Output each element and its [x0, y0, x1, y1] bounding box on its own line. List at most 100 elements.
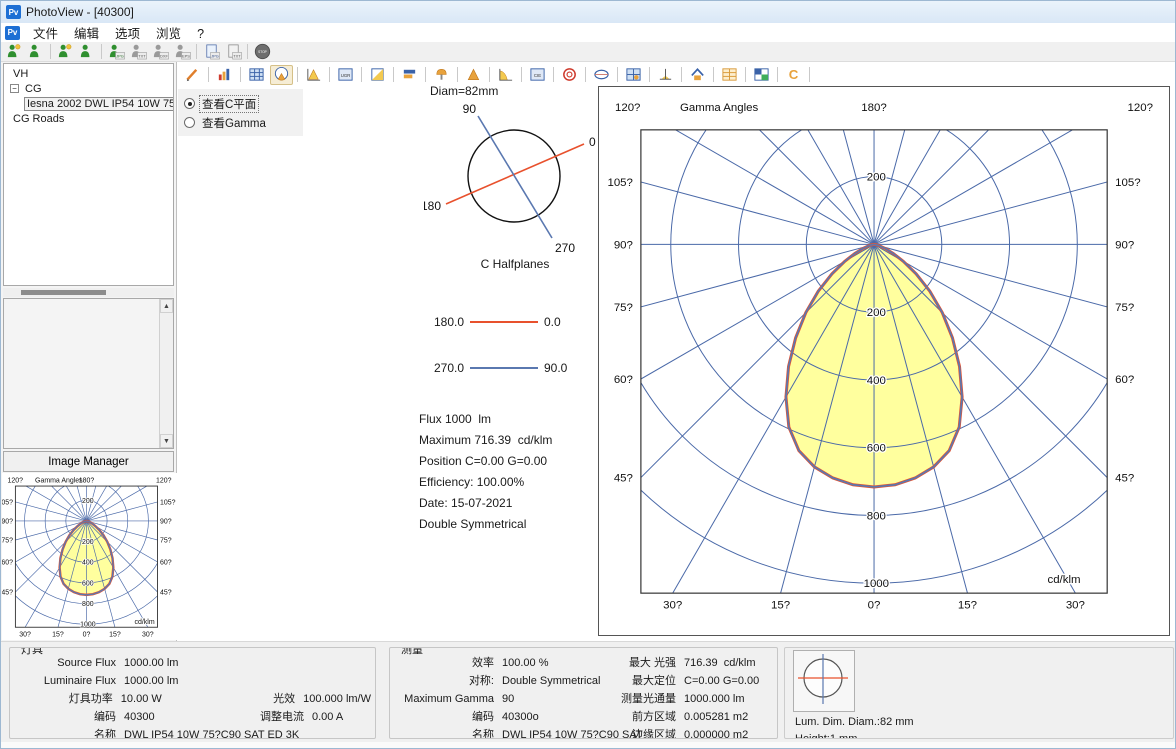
- svg-text:cd/klm: cd/klm: [1047, 574, 1080, 586]
- tree-item-2[interactable]: Iesna 2002 DWL IP54 10W 75?C90: [4, 96, 173, 111]
- curve-legend: 180.00.0270.090.0: [418, 314, 618, 406]
- field-label: Maximum Gamma: [394, 692, 502, 707]
- tilt-diagram-icon[interactable]: [654, 65, 677, 85]
- splitter-thumb[interactable]: [21, 290, 106, 295]
- grid-values-icon[interactable]: [622, 65, 645, 85]
- vertical-scrollbar[interactable]: ▲ ▼: [159, 299, 173, 448]
- menu-item-1[interactable]: 编辑: [66, 26, 107, 42]
- export-eps-icon[interactable]: EPS: [172, 43, 192, 61]
- data-row-1: 对称:Double Symmetrical最大定位C=0.00 G=0.00: [394, 674, 773, 689]
- photoview-window: Pv PhotoView - [40300] Pv 文件编辑选项浏览? JPGT…: [0, 0, 1176, 749]
- field-value: 1000.000 lm: [684, 692, 745, 707]
- stop-icon[interactable]: STOP: [252, 43, 272, 61]
- legend-row-0: 180.00.0: [418, 314, 618, 330]
- cartesian-diagram-icon[interactable]: [302, 65, 325, 85]
- view-option-0[interactable]: 查看C平面: [184, 94, 303, 113]
- toolbar-separator: [489, 67, 490, 82]
- tree-expander-icon[interactable]: −: [10, 84, 19, 93]
- menu-item-4[interactable]: ?: [189, 26, 212, 42]
- c-curves-icon[interactable]: C: [782, 65, 805, 85]
- svg-text:1000: 1000: [864, 578, 889, 590]
- matrix-table-icon[interactable]: [750, 65, 773, 85]
- info-line-2: Position C=0.00 G=0.00: [419, 451, 552, 472]
- summary-table-icon[interactable]: [718, 65, 741, 85]
- tree-item-label: CG: [22, 82, 45, 96]
- svg-text:STOP: STOP: [258, 50, 267, 54]
- radio-icon[interactable]: [184, 98, 195, 109]
- toolbar-separator: [101, 44, 102, 59]
- svg-text:TXT: TXT: [138, 53, 146, 58]
- export-dxf-icon[interactable]: DXF: [150, 43, 170, 61]
- field-label: 灯具功率: [14, 692, 121, 707]
- tree-item-3[interactable]: CG Roads: [4, 111, 173, 126]
- edit-icon[interactable]: [181, 65, 204, 85]
- svg-text:15?: 15?: [52, 632, 64, 639]
- data-row-3: 编码40300调整电流0.00 A: [14, 710, 371, 725]
- field-label: 最大定位: [614, 674, 684, 689]
- scroll-down-icon[interactable]: ▼: [160, 434, 173, 448]
- export-txt-icon[interactable]: TXT: [128, 43, 148, 61]
- svg-text:15?: 15?: [958, 600, 977, 612]
- doc-jpg-icon[interactable]: JPG: [201, 43, 221, 61]
- menu-item-3[interactable]: 浏览: [148, 26, 189, 42]
- toolbar-separator: [196, 44, 197, 59]
- import-photometry-green-icon[interactable]: [77, 43, 97, 61]
- info-line-0: Flux 1000 lm: [419, 409, 552, 430]
- toolbar-separator: [617, 67, 618, 82]
- svg-text:90?: 90?: [1115, 239, 1134, 251]
- panel-splitter[interactable]: [3, 288, 174, 297]
- radio-icon[interactable]: [184, 117, 195, 128]
- intensity-table-icon[interactable]: [245, 65, 268, 85]
- menu-item-0[interactable]: 文件: [25, 26, 66, 42]
- svg-text:800: 800: [82, 601, 94, 608]
- field-value: 0.005281 m2: [684, 710, 748, 725]
- beam-diagram-icon[interactable]: [494, 65, 517, 85]
- open-photometry-green-icon[interactable]: [26, 43, 46, 61]
- photometry-tree[interactable]: VH−CGIesna 2002 DWL IP54 10W 75?C90CG Ro…: [3, 63, 174, 286]
- image-manager-button[interactable]: Image Manager: [3, 451, 174, 472]
- lum-diameter-text: Lum. Dim. Diam.:82 mm: [795, 716, 914, 728]
- document-icon[interactable]: Pv: [5, 26, 20, 40]
- field-label: 编码: [14, 710, 124, 725]
- data-row-2: Maximum Gamma90测量光通量1000.000 lm: [394, 692, 773, 707]
- isolux-diagram-icon[interactable]: [366, 65, 389, 85]
- svg-text:C: C: [789, 67, 799, 82]
- doc-txt-icon[interactable]: TXT: [223, 43, 243, 61]
- svg-text:90?: 90?: [2, 518, 13, 525]
- cone-diagram-icon[interactable]: [462, 65, 485, 85]
- menu-item-2[interactable]: 选项: [107, 26, 148, 42]
- flag-diagram-icon[interactable]: [398, 65, 421, 85]
- view-option-1[interactable]: 查看Gamma: [184, 113, 303, 132]
- svg-text:45?: 45?: [160, 589, 172, 596]
- svg-text:600: 600: [82, 580, 94, 587]
- toolbar-separator: [649, 67, 650, 82]
- hp-label-0: 0: [589, 135, 596, 149]
- data-row-2: 灯具功率10.00 W光效100.000 lm/W: [14, 692, 371, 707]
- tree-item-0[interactable]: VH: [4, 66, 173, 81]
- chart-thumbnail[interactable]: 2004006008001000200120?Gamma Angles180?1…: [2, 473, 177, 640]
- sphere-diagram-icon[interactable]: [590, 65, 613, 85]
- tree-item-label: CG Roads: [10, 112, 67, 126]
- circular-diagram-icon[interactable]: [558, 65, 581, 85]
- info-line-1: Maximum 716.39 cd/klm: [419, 430, 552, 451]
- svg-text:30?: 30?: [1066, 600, 1085, 612]
- histogram-icon[interactable]: [213, 65, 236, 85]
- ugr-table-icon[interactable]: UGR: [334, 65, 357, 85]
- export-jpg-icon[interactable]: JPG: [106, 43, 126, 61]
- svg-text:180?: 180?: [861, 102, 886, 114]
- field-value: DWL IP54 10W 75?C90 SAT: [502, 728, 614, 739]
- cie-table-icon[interactable]: CIE: [526, 65, 549, 85]
- toolbar-separator: [247, 44, 248, 59]
- import-photometry-icon[interactable]: [55, 43, 75, 61]
- scroll-up-icon[interactable]: ▲: [160, 299, 173, 313]
- open-photometry-icon[interactable]: [4, 43, 24, 61]
- tree-item-1[interactable]: −CG: [4, 81, 173, 96]
- toolbar-separator: [361, 67, 362, 82]
- polar-diagram-icon[interactable]: [270, 65, 293, 85]
- luminaire-icon[interactable]: [430, 65, 453, 85]
- field-value: 0.000000 m2: [684, 728, 748, 739]
- field-label: 编码: [394, 710, 502, 725]
- luminaire-groupbox: 灯具 Source Flux1000.00 lmLuminaire Flux10…: [9, 647, 376, 739]
- field-value: 1000.00 lm: [124, 656, 244, 671]
- room-diagram-icon[interactable]: [686, 65, 709, 85]
